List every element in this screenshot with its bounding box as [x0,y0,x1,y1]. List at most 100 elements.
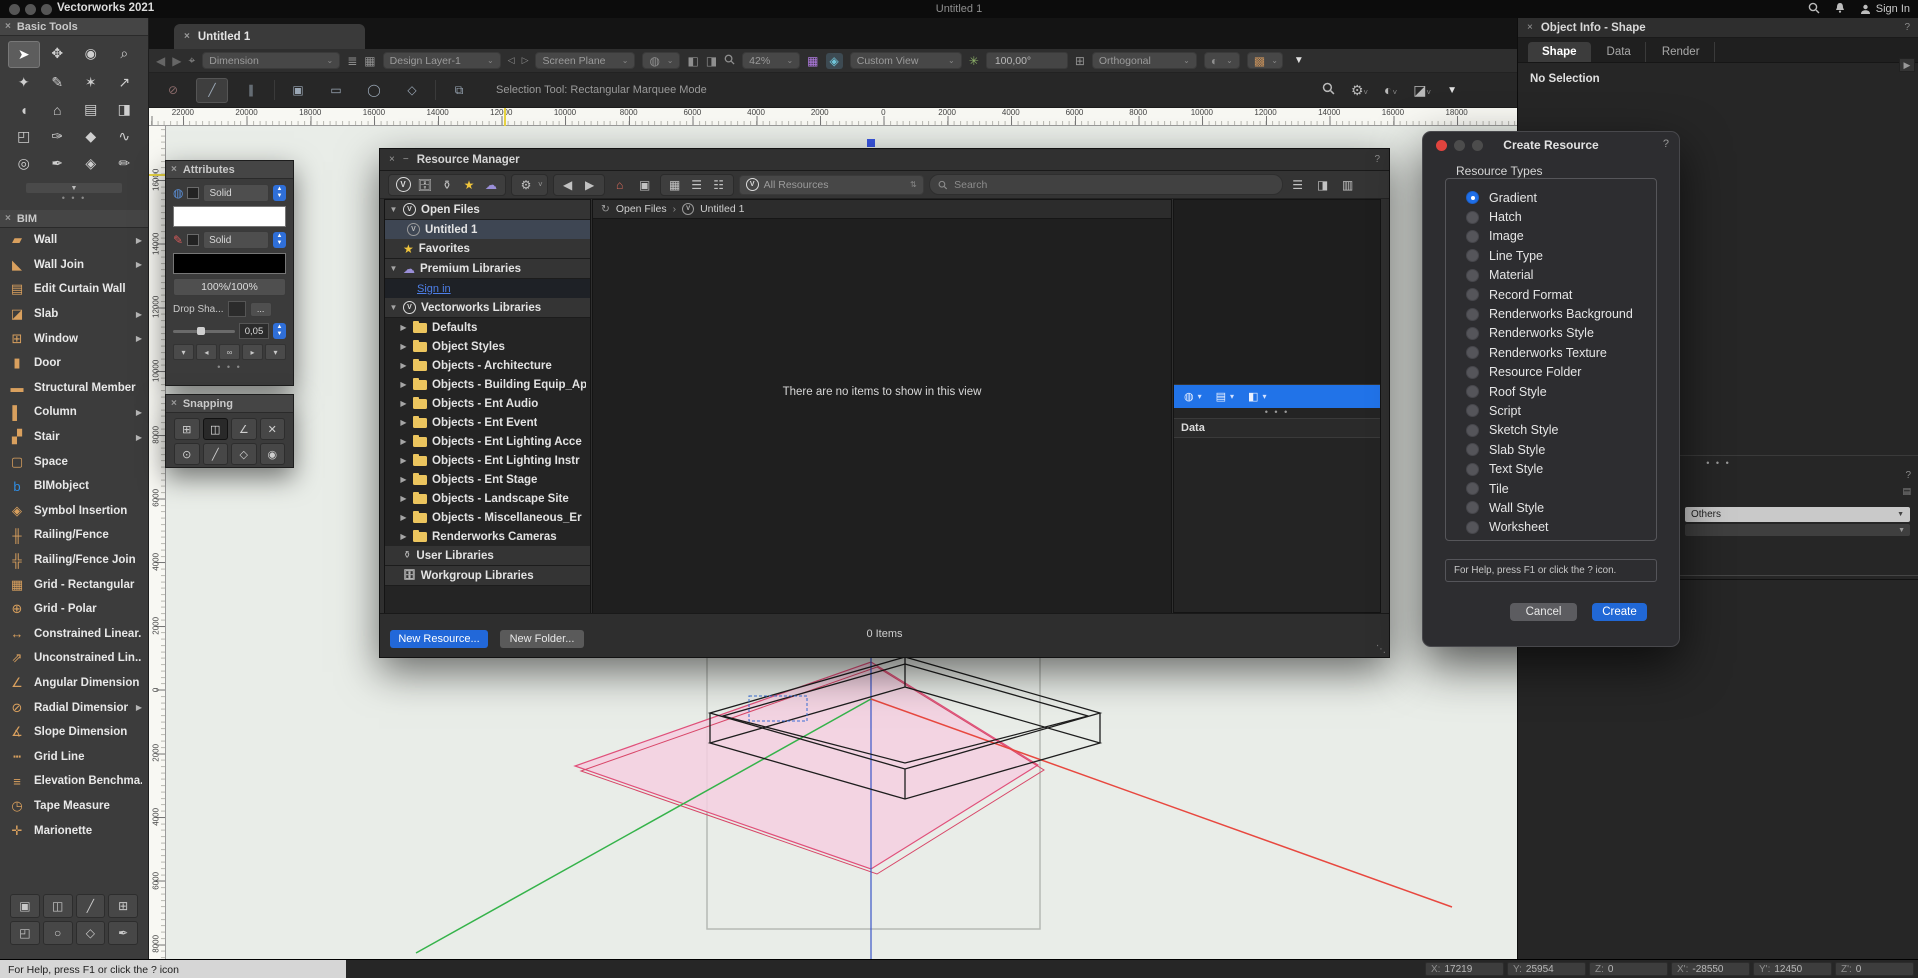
section-tool-icon[interactable]: ◫ [43,894,73,918]
layer-dropdown[interactable]: Design Layer-1⌄ [383,52,501,69]
radio-button-icon[interactable] [1466,501,1479,514]
resource-type-option[interactable]: Resource Folder [1466,363,1656,382]
radio-button-icon[interactable] [1466,463,1479,476]
expand-arrow-icon[interactable]: ▶ [399,437,408,446]
disclosure-triangle-icon[interactable]: ▼ [389,205,398,214]
resource-type-option[interactable]: Tile [1466,479,1656,498]
bim-tool-item[interactable]: ▤ Edit Curtain Wall [0,277,148,302]
breadcrumb-root[interactable]: Open Files [616,203,667,215]
snap-to-edge-icon[interactable]: ╱ [203,443,229,465]
fill-style-stepper[interactable]: ▲▼ [273,185,286,201]
submenu-arrow-icon[interactable]: ▶ [136,408,142,417]
rotation-angle-field[interactable]: 100,00° [986,52,1068,69]
search-tools-icon[interactable] [1322,82,1335,98]
new-image-icon[interactable]: ▣ [635,176,655,194]
smart-edge-icon[interactable]: ◉ [260,443,286,465]
resource-type-option[interactable]: Sketch Style [1466,421,1656,440]
submenu-arrow-icon[interactable]: ▶ [136,703,142,712]
radio-button-icon[interactable] [1466,521,1479,534]
settings-gear-icon[interactable]: ⚙˅ [1351,82,1368,99]
rect-marquee-icon[interactable]: ▣ [283,79,313,102]
sign-in-link[interactable]: Sign in [417,283,451,295]
secondary-dropdown[interactable]: ▼ [1685,524,1910,536]
opacity-button[interactable]: 100%/100% [173,278,286,296]
expand-arrow-icon[interactable]: ▶ [399,399,408,408]
circle-tool-icon[interactable]: ○ [43,921,73,945]
zoom-tool-icon[interactable]: ⌕ [109,41,141,66]
clip-cube-tool-icon[interactable]: ◰ [8,124,40,149]
close-icon[interactable]: × [1527,22,1533,33]
tree-favorites[interactable]: ★ Favorites [385,239,590,259]
bim-tool-item[interactable]: ◈ Symbol Insertion [0,499,148,524]
tree-open-files[interactable]: ▼ V Open Files [385,200,590,220]
bim-tool-item[interactable]: ✛ Marionette [0,818,148,843]
gem-render-tool-icon[interactable]: ◈ [75,151,107,176]
sign-in-button[interactable]: Sign In [1860,3,1910,15]
bim-tool-item[interactable]: ◣ Wall Join ▶ [0,253,148,278]
resource-type-option[interactable]: Text Style [1466,459,1656,478]
basic-tools-palette-header[interactable]: × Basic Tools [0,18,148,36]
tree-folder-row[interactable]: ▶ Objects - Building Equip_Ap [385,375,590,394]
snap-to-grid-icon[interactable]: ⊞ [174,418,200,440]
resource-type-option[interactable]: Script [1466,401,1656,420]
drop-shadow-more-button[interactable]: ... [250,302,272,317]
spotlight-search-icon[interactable] [1808,2,1820,17]
resource-type-option[interactable]: Wall Style [1466,498,1656,517]
plane-dropdown[interactable]: Screen Plane⌄ [535,52,635,69]
pen-by-class-checkbox[interactable] [187,234,199,246]
stylus-tool-icon[interactable]: ✒ [42,151,74,176]
bim-tool-item[interactable]: ▌ Column ▶ [0,400,148,425]
zoom-dropdown[interactable]: 42%⌄ [742,52,800,69]
tree-folder-row[interactable]: ▶ Defaults [385,318,590,337]
prev-plane-icon[interactable]: ◁ [508,55,515,66]
palette-grip[interactable]: • • • [0,195,148,203]
square-marquee-icon[interactable]: ▭ [321,79,351,102]
bim-tool-item[interactable]: ∡ Slope Dimension [0,720,148,745]
render-mode-dropdown[interactable]: ◍⌄ [642,52,680,69]
compact-rows-icon[interactable]: ☰ [1288,176,1308,194]
data-section-header[interactable]: Data [1174,418,1380,438]
settings-gear-icon[interactable]: ⚙ [516,176,536,194]
resource-type-option[interactable]: Record Format [1466,285,1656,304]
palette-grip[interactable]: • • • [173,364,286,372]
drop-shadow-swatch[interactable] [228,301,246,317]
select-similar-tool-icon[interactable]: ◎ [8,151,40,176]
tree-folder-row[interactable]: ▶ Objects - Landscape Site [385,489,590,508]
pen-icon[interactable]: ✎ [173,233,183,247]
marquee-mode-2-icon[interactable]: ∥ [236,79,266,102]
resource-type-option[interactable]: Hatch [1466,207,1656,226]
create-button[interactable]: Create [1592,603,1647,621]
back-view-icon[interactable]: ◀ [156,54,165,68]
background-option[interactable]: ◧▾ [1248,390,1266,403]
expand-arrow-icon[interactable]: ▶ [399,342,408,351]
visibility-options-icon[interactable]: ◪˅ [1413,82,1431,99]
grid-icon[interactable]: ⊞ [1075,54,1085,68]
line-weight-slider[interactable] [173,330,235,333]
expand-arrow-icon[interactable]: ▶ [399,532,408,541]
tree-folder-row[interactable]: ▶ Objects - Ent Event [385,413,590,432]
pane-grip[interactable]: • • • [1174,408,1380,418]
line-style-icon[interactable]: ▾ [173,344,194,360]
radio-button-icon[interactable] [1466,191,1479,204]
pen-style-dropdown[interactable]: Solid [203,231,269,249]
resource-browser-pane[interactable]: ↻ Open Files › V Untitled 1 There are no… [592,199,1172,615]
disclosure-triangle-icon[interactable]: ▼ [389,303,398,312]
split-pane-icon[interactable]: ▥ [1338,176,1358,194]
tree-folder-row[interactable]: ▶ Objects - Ent Lighting Acce [385,432,590,451]
tree-user-libraries[interactable]: ⚱︎ User Libraries [385,546,590,566]
line-weight-icon[interactable]: ∞ [219,344,240,360]
class-options-dropdown[interactable]: ▩⌄ [1247,52,1283,69]
layer-stack-icon[interactable]: ≣ [347,54,357,68]
resource-type-option[interactable]: Gradient [1466,188,1656,207]
close-icon[interactable]: × [389,154,395,165]
resource-manager-titlebar[interactable]: × − Resource Manager ? [380,149,1389,171]
opacity-icon[interactable]: ▾ [265,344,286,360]
tree-folder-row[interactable]: ▶ Object Styles [385,337,590,356]
bim-tool-item[interactable]: ╫ Railing/Fence [0,523,148,548]
next-plane-icon[interactable]: ▷ [522,55,529,66]
object-info-tab[interactable]: Render [1648,42,1715,62]
line-weight-value[interactable]: 0,05 [239,323,269,339]
line-tool-icon[interactable]: ╱ [76,894,106,918]
radio-button-icon[interactable] [1466,424,1479,437]
bim-tool-item[interactable]: ┅ Grid Line [0,744,148,769]
